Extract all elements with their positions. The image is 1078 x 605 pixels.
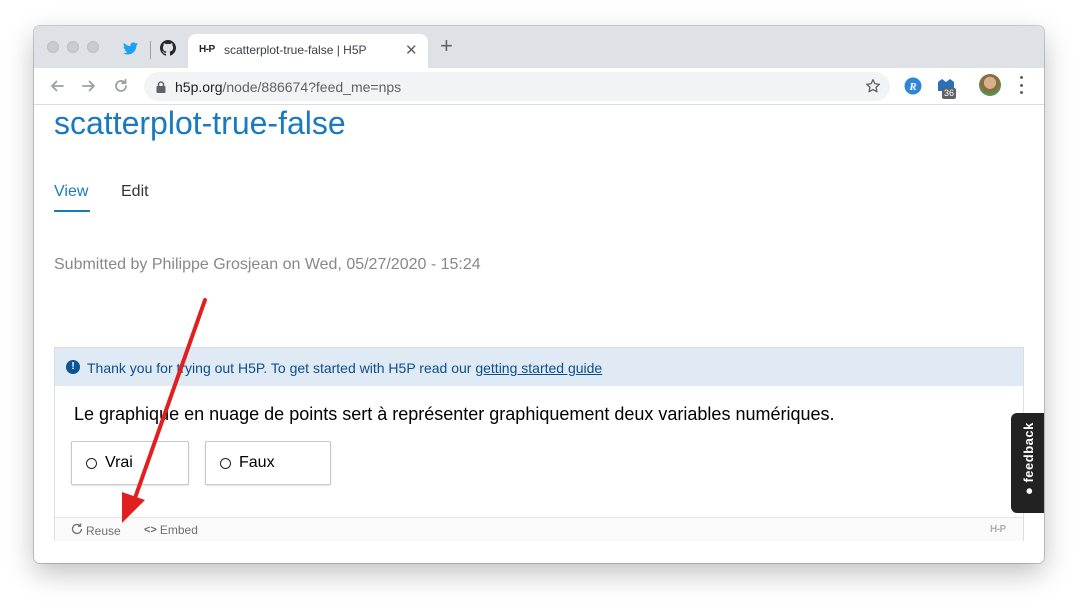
- h5p-favicon-icon: H-P: [199, 44, 215, 55]
- tab-edit[interactable]: Edit: [121, 183, 149, 201]
- answer-label: Faux: [239, 454, 275, 471]
- reuse-button[interactable]: Reuse: [71, 523, 121, 538]
- embed-label: Embed: [159, 523, 198, 537]
- address-bar[interactable]: h5p.org/node/886674?feed_me=nps: [144, 72, 890, 101]
- active-tab[interactable]: H-P scatterplot-true-false | H5P ✕: [188, 34, 428, 68]
- close-window-button[interactable]: [47, 41, 59, 53]
- submitted-info: Submitted by Philippe Grosjean on Wed, 0…: [54, 256, 481, 273]
- reuse-icon: [71, 523, 83, 538]
- browser-toolbar: h5p.org/node/886674?feed_me=nps R 36: [34, 68, 1044, 105]
- notice-text: Thank you for trying out H5P. To get sta…: [87, 360, 603, 376]
- question-text: Le graphique en nuage de points sert à r…: [74, 404, 835, 424]
- radio-icon: [220, 457, 231, 469]
- svg-text:R: R: [908, 81, 916, 93]
- menu-icon[interactable]: [1019, 76, 1023, 94]
- h5p-logo: H-P: [990, 524, 1006, 535]
- back-icon[interactable]: [46, 75, 68, 97]
- reload-icon[interactable]: [110, 75, 132, 97]
- pinned-tab-divider: [150, 41, 151, 59]
- close-icon[interactable]: ✕: [405, 41, 418, 59]
- page-content: scatterplot-true-false View Edit Submitt…: [34, 105, 1044, 563]
- reuse-label: Reuse: [86, 523, 121, 538]
- zoom-window-button[interactable]: [87, 41, 99, 53]
- answer-true-button[interactable]: Vrai: [71, 441, 189, 485]
- info-icon: !: [66, 360, 80, 374]
- answer-false-button[interactable]: Faux: [205, 441, 331, 485]
- forward-icon[interactable]: [78, 75, 100, 97]
- extension-icon[interactable]: R: [903, 76, 923, 96]
- feedback-button[interactable]: ● feedback: [1011, 413, 1044, 513]
- url-text: h5p.org/node/886674?feed_me=nps: [175, 79, 402, 95]
- tab-view[interactable]: View: [54, 183, 88, 201]
- embed-button[interactable]: <> Embed: [144, 523, 198, 537]
- comment-icon: ●: [1021, 482, 1036, 495]
- twitter-icon[interactable]: [122, 40, 138, 56]
- getting-started-link[interactable]: getting started guide: [475, 360, 602, 376]
- radio-icon: [86, 457, 97, 469]
- profile-avatar[interactable]: [979, 74, 1001, 96]
- active-tab-indicator: [54, 210, 90, 212]
- lock-icon[interactable]: [156, 80, 166, 98]
- embed-icon: <>: [144, 524, 157, 536]
- minimize-window-button[interactable]: [67, 41, 79, 53]
- answer-label: Vrai: [105, 454, 133, 471]
- h5p-content: ! Thank you for trying out H5P. To get s…: [54, 347, 1024, 541]
- bookmark-star-icon[interactable]: [865, 78, 881, 99]
- page-title: scatterplot-true-false: [54, 105, 346, 141]
- tab-strip: H-P scatterplot-true-false | H5P ✕ +: [34, 26, 1044, 68]
- github-icon[interactable]: [160, 40, 176, 56]
- browser-window: H-P scatterplot-true-false | H5P ✕ + h5p…: [34, 26, 1044, 563]
- new-tab-button[interactable]: +: [440, 35, 453, 57]
- extension-badge: 36: [942, 88, 957, 99]
- info-notice: ! Thank you for trying out H5P. To get s…: [55, 348, 1023, 386]
- feedback-label: ● feedback: [1021, 422, 1036, 495]
- tab-title: scatterplot-true-false | H5P: [224, 43, 367, 57]
- h5p-footer: Reuse <> Embed H-P: [55, 517, 1023, 541]
